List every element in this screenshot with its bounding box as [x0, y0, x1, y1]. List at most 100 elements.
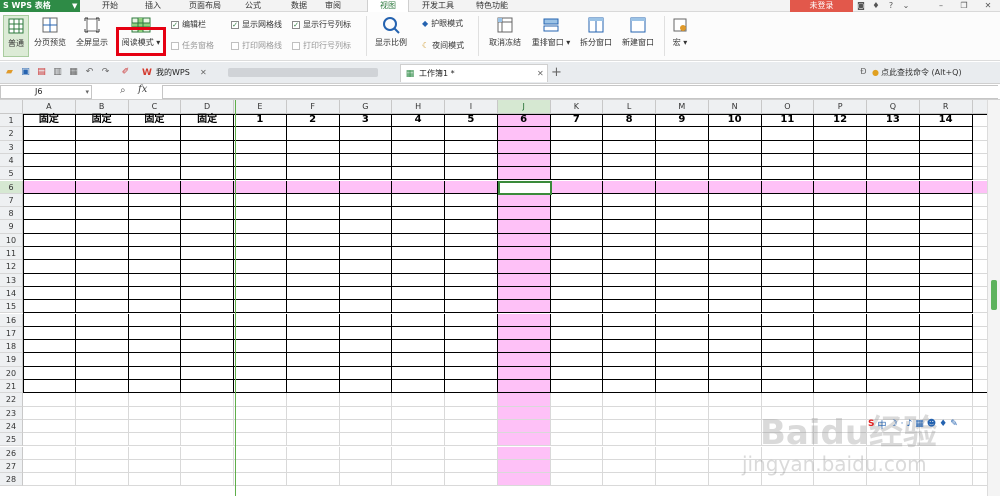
cell[interactable]: [919, 366, 973, 380]
cell[interactable]: [708, 180, 762, 194]
cell[interactable]: [656, 353, 709, 367]
cell[interactable]: [867, 207, 920, 221]
cell[interactable]: [339, 366, 393, 380]
cell[interactable]: [919, 273, 973, 287]
cell[interactable]: [550, 153, 604, 168]
cell[interactable]: [75, 273, 129, 287]
cell[interactable]: [23, 446, 76, 460]
cell[interactable]: [603, 220, 656, 234]
cell[interactable]: [814, 286, 867, 301]
wrench-icon[interactable]: ✎: [950, 419, 958, 429]
cell[interactable]: [919, 153, 973, 168]
cell[interactable]: [550, 313, 604, 327]
cell[interactable]: [181, 313, 234, 327]
cell[interactable]: [392, 446, 445, 460]
cell[interactable]: [445, 380, 498, 394]
tab-review[interactable]: 审阅: [316, 0, 350, 12]
login-button[interactable]: 未登录: [790, 0, 853, 12]
tab-data[interactable]: 数据: [284, 0, 314, 12]
cell[interactable]: [339, 419, 393, 434]
cell[interactable]: 固定: [75, 114, 129, 128]
cell[interactable]: [603, 446, 656, 460]
cell[interactable]: [23, 260, 76, 274]
cell[interactable]: [603, 366, 656, 380]
cell[interactable]: 3: [339, 114, 393, 128]
cell[interactable]: [656, 127, 709, 141]
cell[interactable]: [919, 300, 973, 314]
cell[interactable]: [75, 247, 129, 261]
cell[interactable]: [761, 380, 815, 394]
eye-mode-button[interactable]: ◆ 护眼模式: [422, 18, 463, 29]
cell[interactable]: [339, 433, 393, 447]
tab-workbook1[interactable]: ▦ 工作簿1 * ✕: [400, 64, 548, 82]
cell[interactable]: [75, 366, 129, 380]
cell[interactable]: [234, 340, 287, 354]
cell[interactable]: [708, 433, 762, 447]
cell[interactable]: [550, 419, 604, 434]
cell[interactable]: [128, 286, 182, 301]
cell[interactable]: [23, 286, 76, 301]
tab-page-layout[interactable]: 页面布局: [180, 0, 230, 12]
cell[interactable]: [181, 473, 234, 487]
cell[interactable]: [445, 127, 498, 141]
cell[interactable]: [814, 247, 867, 261]
cell[interactable]: [603, 127, 656, 141]
new-window-button[interactable]: 新建窗口: [618, 15, 658, 57]
app-menu-button[interactable]: S WPS 表格 ▼: [0, 0, 80, 12]
cell[interactable]: [181, 353, 234, 367]
cell[interactable]: [128, 366, 182, 380]
cell[interactable]: [919, 286, 973, 301]
cell[interactable]: [234, 313, 287, 327]
cell[interactable]: [919, 380, 973, 394]
cell[interactable]: [392, 340, 445, 354]
save-icon[interactable]: ▣: [20, 67, 31, 77]
cell[interactable]: [708, 140, 762, 154]
split-window-button[interactable]: 拆分窗口: [576, 15, 616, 57]
cell[interactable]: [708, 193, 762, 208]
cell[interactable]: [128, 459, 182, 474]
cell[interactable]: [497, 406, 551, 420]
cell[interactable]: [445, 366, 498, 380]
row-header[interactable]: 26: [0, 446, 23, 460]
collab-icon[interactable]: Ɖ: [858, 67, 869, 76]
cell[interactable]: [603, 233, 656, 247]
row-header[interactable]: 21: [0, 380, 23, 394]
cell[interactable]: [339, 153, 393, 168]
cell[interactable]: [128, 433, 182, 447]
cell[interactable]: [603, 286, 656, 301]
cell[interactable]: [392, 433, 445, 447]
cell[interactable]: [656, 180, 709, 194]
cell[interactable]: [128, 353, 182, 367]
cell[interactable]: [497, 366, 551, 380]
cell[interactable]: [919, 140, 973, 154]
cell[interactable]: [392, 473, 445, 487]
cell[interactable]: [867, 313, 920, 327]
cell[interactable]: [919, 193, 973, 208]
cell[interactable]: [23, 247, 76, 261]
scroll-thumb[interactable]: [991, 280, 997, 310]
cell[interactable]: [867, 247, 920, 261]
cell[interactable]: [867, 167, 920, 181]
cell[interactable]: [286, 313, 340, 327]
column-header-R[interactable]: R: [919, 100, 973, 114]
cell[interactable]: [286, 353, 340, 367]
cell[interactable]: [814, 313, 867, 327]
row-header[interactable]: 25: [0, 433, 23, 447]
cell[interactable]: [286, 180, 340, 194]
row-header[interactable]: 1: [0, 114, 23, 128]
cell[interactable]: [75, 326, 129, 341]
cell[interactable]: [708, 406, 762, 420]
cell[interactable]: [814, 326, 867, 341]
show-headers-checkbox[interactable]: ✓ 显示行号列标: [292, 19, 351, 30]
cell[interactable]: [708, 247, 762, 261]
lang-icon[interactable]: 中: [877, 418, 886, 431]
row-header[interactable]: 13: [0, 273, 23, 287]
cell[interactable]: [286, 393, 340, 407]
cell[interactable]: [75, 300, 129, 314]
cell[interactable]: [445, 300, 498, 314]
cell[interactable]: [867, 300, 920, 314]
cell[interactable]: [181, 380, 234, 394]
help-icon[interactable]: ?: [885, 0, 897, 12]
cell[interactable]: [75, 193, 129, 208]
cell[interactable]: 1: [234, 114, 287, 128]
